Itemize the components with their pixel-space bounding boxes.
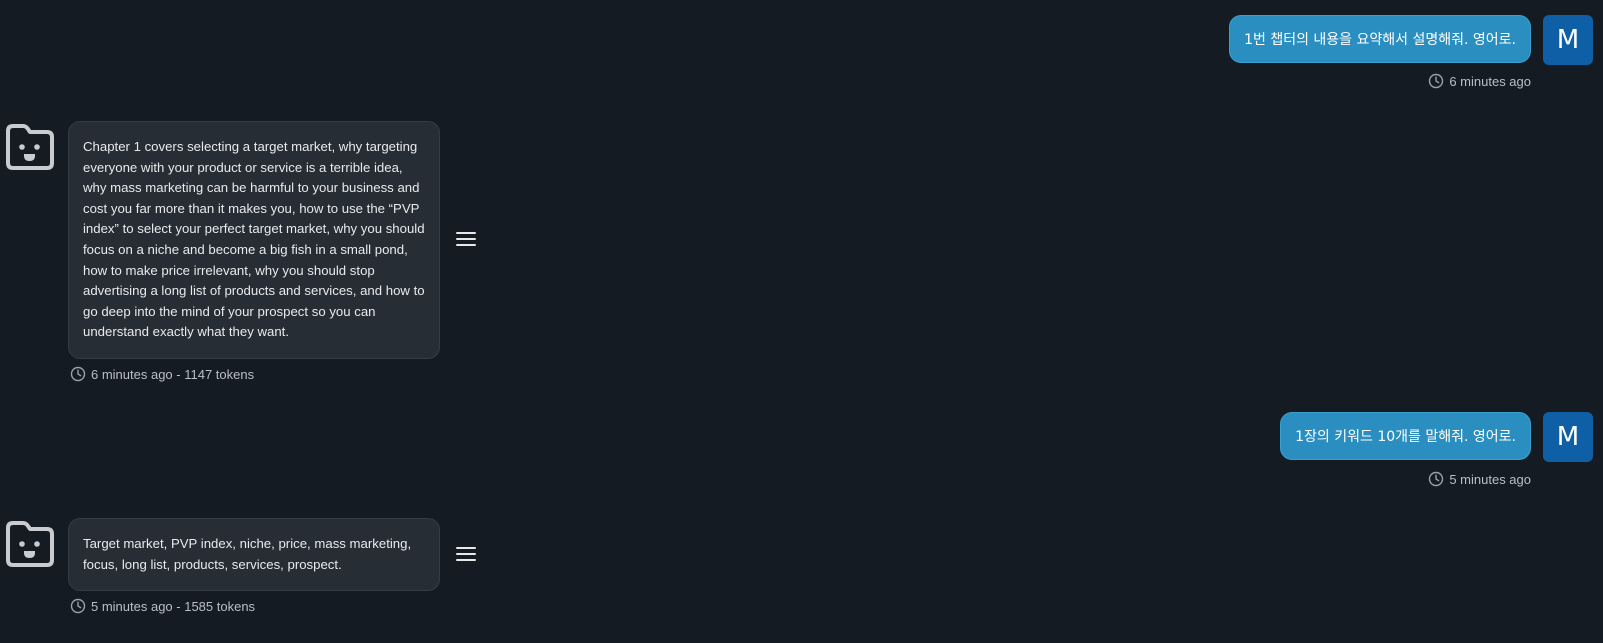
message-timestamp: 6 minutes ago - 1147 tokens	[70, 366, 254, 382]
user-message-bubble[interactable]: 1장의 키워드 10개를 말해줘. 영어로.	[1280, 412, 1531, 460]
message-menu-button[interactable]	[456, 547, 476, 561]
assistant-message: Chapter 1 covers selecting a target mark…	[4, 121, 476, 359]
chat-thread: 1번 챕터의 내용을 요약해서 설명해줘. 영어로. M 6 minutes a…	[0, 0, 1603, 643]
timestamp-text: 6 minutes ago - 1147 tokens	[91, 366, 255, 382]
user-message-bubble[interactable]: 1번 챕터의 내용을 요약해서 설명해줘. 영어로.	[1229, 15, 1531, 63]
hamburger-menu-icon	[456, 547, 476, 549]
message-timestamp: 6 minutes ago	[1428, 73, 1531, 89]
user-avatar: M	[1543, 412, 1593, 462]
user-message: 1번 챕터의 내용을 요약해서 설명해줘. 영어로. M	[1229, 15, 1593, 65]
user-message: 1장의 키워드 10개를 말해줘. 영어로. M	[1280, 412, 1593, 462]
message-menu-button[interactable]	[456, 232, 476, 246]
bot-avatar-icon	[6, 124, 54, 170]
assistant-message-bubble[interactable]: Target market, PVP index, niche, price, …	[68, 518, 440, 592]
clock-icon	[1429, 73, 1444, 89]
timestamp-text: 6 minutes ago	[1449, 73, 1531, 89]
hamburger-menu-icon	[456, 232, 476, 234]
assistant-message: Target market, PVP index, niche, price, …	[4, 518, 476, 592]
assistant-message-bubble[interactable]: Chapter 1 covers selecting a target mark…	[68, 121, 440, 359]
clock-icon	[1429, 471, 1444, 487]
bot-avatar-icon	[6, 521, 54, 567]
clock-icon	[70, 598, 86, 614]
timestamp-text: 5 minutes ago	[1449, 471, 1531, 487]
user-avatar: M	[1543, 15, 1593, 65]
message-timestamp: 5 minutes ago	[1428, 471, 1531, 487]
timestamp-text: 5 minutes ago - 1585 tokens	[91, 598, 256, 614]
clock-icon	[70, 366, 86, 382]
message-timestamp: 5 minutes ago - 1585 tokens	[70, 598, 255, 614]
